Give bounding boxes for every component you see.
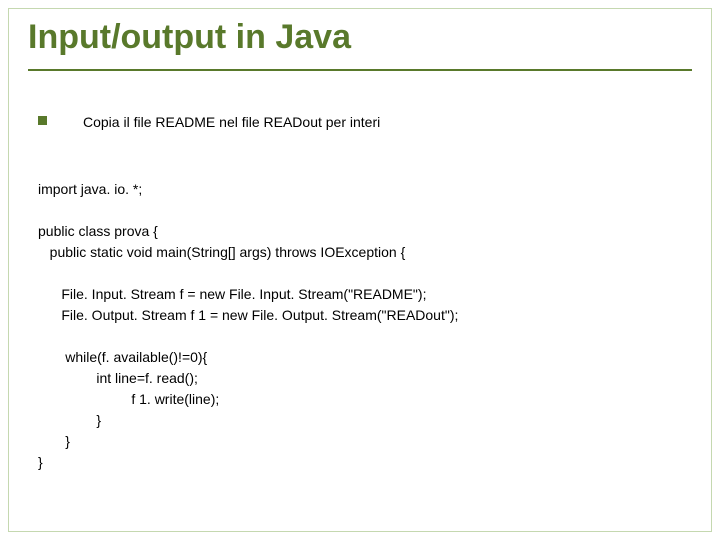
bullet-item: Copia il file README nel file READout pe… — [38, 112, 692, 132]
title-underline — [28, 69, 692, 71]
slide-title: Input/output in Java — [28, 18, 692, 65]
code-line: import java. io. *; — [38, 181, 142, 197]
code-line: while(f. available()!=0){ — [38, 349, 207, 365]
code-line: } — [38, 433, 70, 449]
code-block: import java. io. *; public class prova {… — [38, 158, 692, 473]
code-line: public static void main(String[] args) t… — [38, 244, 405, 260]
code-line: } — [38, 454, 43, 470]
slide-content: Copia il file README nel file READout pe… — [38, 112, 692, 473]
bullet-text: Copia il file README nel file READout pe… — [83, 112, 380, 132]
code-line: File. Input. Stream f = new File. Input.… — [38, 286, 426, 302]
code-line: public class prova { — [38, 223, 158, 239]
code-line: f 1. write(line); — [38, 391, 219, 407]
code-line: } — [38, 412, 101, 428]
code-line: File. Output. Stream f 1 = new File. Out… — [38, 307, 458, 323]
bullet-icon — [38, 116, 47, 125]
title-block: Input/output in Java — [28, 18, 692, 71]
code-line: int line=f. read(); — [38, 370, 198, 386]
